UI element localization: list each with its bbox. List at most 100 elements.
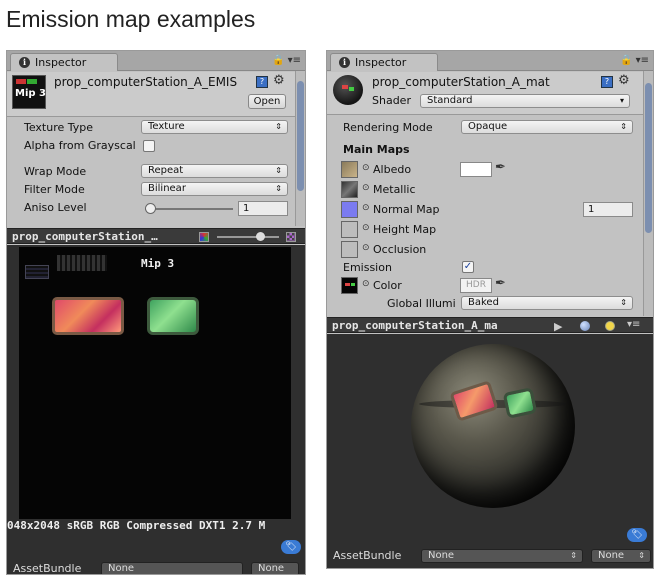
filter-mode-label: Filter Mode xyxy=(24,183,85,196)
dropdown-arrow-icon: ⇕ xyxy=(275,122,282,131)
albedo-color-swatch[interactable] xyxy=(460,162,492,177)
info-icon: i xyxy=(19,57,30,68)
aniso-slider-handle[interactable] xyxy=(145,203,156,214)
mip-slider-handle[interactable] xyxy=(256,232,265,241)
rendering-mode-dropdown[interactable]: Opaque ⇕ xyxy=(461,120,633,134)
texture-canvas: Mip 3 048x2048 sRGB RGB Compressed DXT1 … xyxy=(7,247,291,532)
asset-header: prop_computerStation_A_mat ? ⚙ Shader St… xyxy=(327,72,653,115)
help-icon[interactable]: ? xyxy=(601,76,613,88)
play-icon[interactable]: ▶ xyxy=(554,320,562,333)
sphere-mesh-icon[interactable] xyxy=(580,321,590,331)
texture-type-value: Texture xyxy=(148,121,185,132)
alpha-from-grayscale-label: Alpha from Grayscal xyxy=(24,139,136,152)
tab-inspector[interactable]: i Inspector xyxy=(10,53,118,71)
tag-icon[interactable]: 🏷 xyxy=(281,540,301,554)
checker-icon[interactable] xyxy=(286,232,296,242)
assetbundle-label: AssetBundle xyxy=(333,549,402,562)
albedo-picker-dot[interactable]: ⊙ xyxy=(362,163,370,173)
height-map-texture-slot[interactable] xyxy=(341,221,358,238)
texture-type-label: Texture Type xyxy=(24,121,94,134)
scrollbar-thumb[interactable] xyxy=(645,83,652,233)
global-illumination-dropdown[interactable]: Baked ⇕ xyxy=(461,296,633,310)
emission-picker-dot[interactable]: ⊙ xyxy=(362,279,370,289)
metallic-picker-dot[interactable]: ⊙ xyxy=(362,183,370,193)
info-icon: i xyxy=(339,57,350,68)
small-panel-graphic xyxy=(25,265,49,279)
emission-label: Emission xyxy=(343,261,392,274)
assetbundle-variant-dropdown[interactable]: None xyxy=(251,562,299,574)
normal-map-scale-field[interactable]: 1 xyxy=(583,202,633,217)
aniso-slider-track[interactable] xyxy=(145,208,233,210)
wrap-mode-dropdown[interactable]: Repeat ⇕ xyxy=(141,164,288,178)
inspector-scrollbar[interactable] xyxy=(643,71,653,316)
texture-thumbnail: Mip 3 xyxy=(12,75,46,109)
sphere-green-screen xyxy=(502,387,538,419)
rendering-mode-label: Rendering Mode xyxy=(343,121,433,134)
texture-type-dropdown[interactable]: Texture ⇕ xyxy=(141,120,288,134)
normal-map-picker-dot[interactable]: ⊙ xyxy=(362,203,370,213)
preview-menu-icon[interactable]: ▾≡ xyxy=(627,319,640,330)
shader-dropdown[interactable]: Standard ▾ xyxy=(420,94,630,108)
scrollbar-thumb[interactable] xyxy=(297,81,304,191)
occlusion-texture-slot[interactable] xyxy=(341,241,358,258)
height-map-picker-dot[interactable]: ⊙ xyxy=(362,223,370,233)
texture-info: 048x2048 sRGB RGB Compressed DXT1 2.7 M xyxy=(7,519,266,532)
emission-thumb-green xyxy=(351,283,355,286)
metallic-texture-slot[interactable] xyxy=(341,181,358,198)
eyedropper-icon[interactable]: ✒ xyxy=(495,276,506,291)
emission-texture-slot[interactable] xyxy=(341,277,358,294)
tag-icon[interactable]: 🏷 xyxy=(627,528,647,542)
thumb-mip-label: Mip 3 xyxy=(15,88,46,99)
help-icon[interactable]: ? xyxy=(256,76,268,88)
sphere-red-screen xyxy=(449,380,499,422)
tab-bar: i Inspector 🔒 ▾≡ xyxy=(7,51,305,71)
open-button[interactable]: Open xyxy=(248,94,286,109)
texture-preview: Mip 3 048x2048 sRGB RGB Compressed DXT1 … xyxy=(7,245,305,574)
aniso-level-field[interactable]: 1 xyxy=(238,201,288,216)
keyboard-graphic xyxy=(57,255,107,271)
assetbundle-variant-value: None xyxy=(598,550,625,561)
preview-toolbar: prop_computerStation_A_ma ▶ ▾≡ xyxy=(327,317,653,333)
preview-mip-label: Mip 3 xyxy=(141,257,175,270)
filter-mode-dropdown[interactable]: Bilinear ⇕ xyxy=(141,182,288,196)
main-maps-heading: Main Maps xyxy=(343,143,410,156)
tab-label: Inspector xyxy=(355,56,407,69)
tab-inspector[interactable]: i Inspector xyxy=(330,53,438,71)
thumb-red-dot xyxy=(342,85,348,89)
dropdown-arrow-icon: ⇕ xyxy=(570,551,577,560)
emission-color-swatch[interactable]: HDR xyxy=(460,278,492,293)
hdr-label: HDR xyxy=(466,280,486,290)
inspector-scrollbar[interactable] xyxy=(295,71,305,226)
green-screen-graphic xyxy=(147,297,199,335)
assetbundle-value: None xyxy=(108,563,135,574)
preview-title: prop_computerStation_… xyxy=(12,230,158,243)
alpha-from-grayscale-checkbox[interactable] xyxy=(143,140,155,152)
page-title: Emission map examples xyxy=(6,6,256,32)
assetbundle-dropdown[interactable]: None xyxy=(101,562,243,574)
light-toggle-icon[interactable] xyxy=(605,321,615,331)
gear-icon[interactable]: ⚙ xyxy=(618,73,630,88)
material-inspector-panel: i Inspector 🔒 ▾≡ prop_computerStation_A_… xyxy=(326,50,654,569)
preview-sphere xyxy=(411,344,575,508)
normal-map-texture-slot[interactable] xyxy=(341,201,358,218)
occlusion-picker-dot[interactable]: ⊙ xyxy=(362,243,370,253)
emission-checkbox[interactable]: ✓ xyxy=(462,261,474,273)
red-screen-graphic xyxy=(52,297,124,335)
rgb-toggle-icon[interactable] xyxy=(199,232,209,242)
filter-mode-value: Bilinear xyxy=(148,183,186,194)
lock-menu-icon[interactable]: 🔒 ▾≡ xyxy=(272,55,301,66)
dropdown-arrow-icon: ⇕ xyxy=(620,122,627,131)
thumb-green-dot xyxy=(349,87,354,91)
mip-slider-track[interactable] xyxy=(217,236,279,238)
eyedropper-icon[interactable]: ✒ xyxy=(495,160,506,175)
aniso-level-label: Aniso Level xyxy=(24,201,87,214)
gear-icon[interactable]: ⚙ xyxy=(273,73,285,88)
dropdown-arrow-icon: ▾ xyxy=(619,96,624,105)
emission-color-label: Color xyxy=(373,279,402,292)
assetbundle-dropdown[interactable]: None ⇕ xyxy=(421,549,583,563)
rendering-mode-value: Opaque xyxy=(468,121,508,132)
lock-menu-icon[interactable]: 🔒 ▾≡ xyxy=(620,55,649,66)
assetbundle-variant-dropdown[interactable]: None ⇕ xyxy=(591,549,651,563)
assetbundle-variant-value: None xyxy=(258,563,285,574)
albedo-texture-slot[interactable] xyxy=(341,161,358,178)
